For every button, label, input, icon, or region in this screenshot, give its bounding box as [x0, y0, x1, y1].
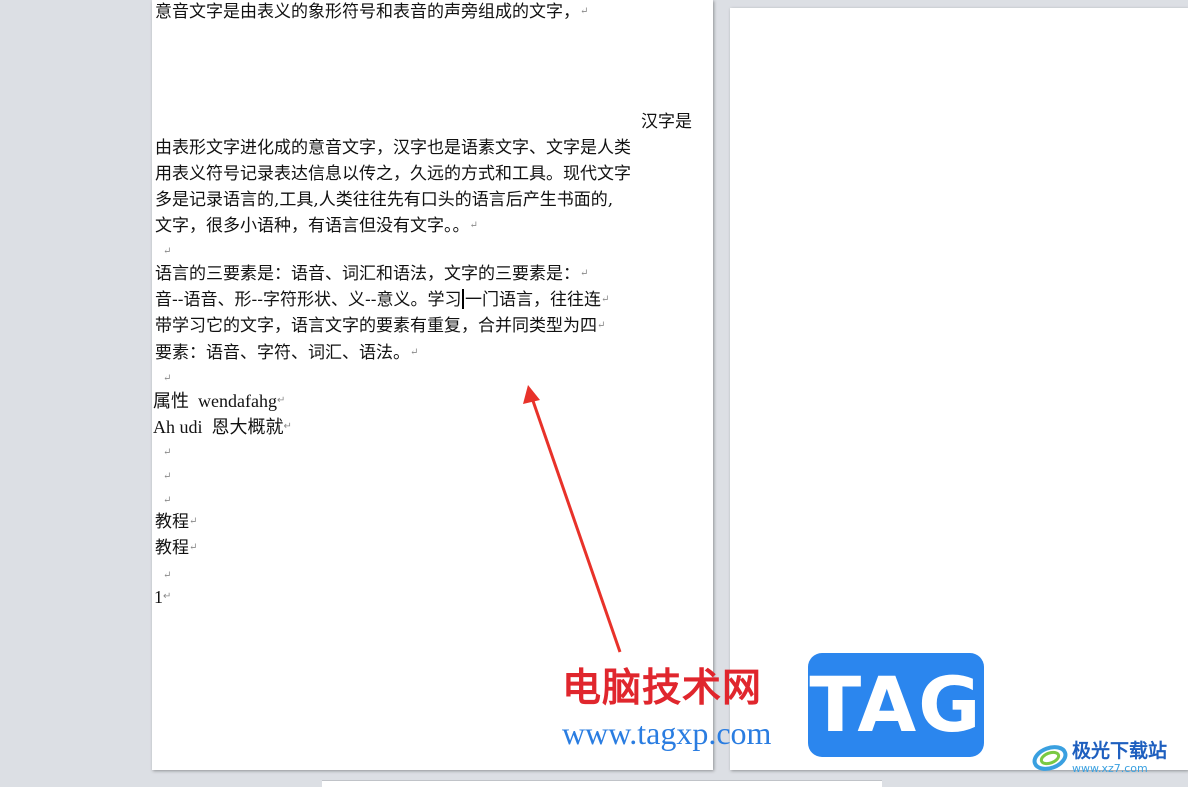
- watermark-title: 电脑技术网: [562, 666, 763, 711]
- watermark2-title: 极光下载站: [1072, 740, 1168, 762]
- arrow-head-icon: [523, 385, 540, 404]
- watermark-tag-logo: TAG: [808, 653, 984, 757]
- watermark-url: www.tagxp.com: [562, 715, 772, 751]
- aurora-logo-icon: [1032, 745, 1068, 771]
- arrow-shaft: [530, 397, 622, 653]
- watermark2-url: www.xz7.com: [1072, 762, 1148, 775]
